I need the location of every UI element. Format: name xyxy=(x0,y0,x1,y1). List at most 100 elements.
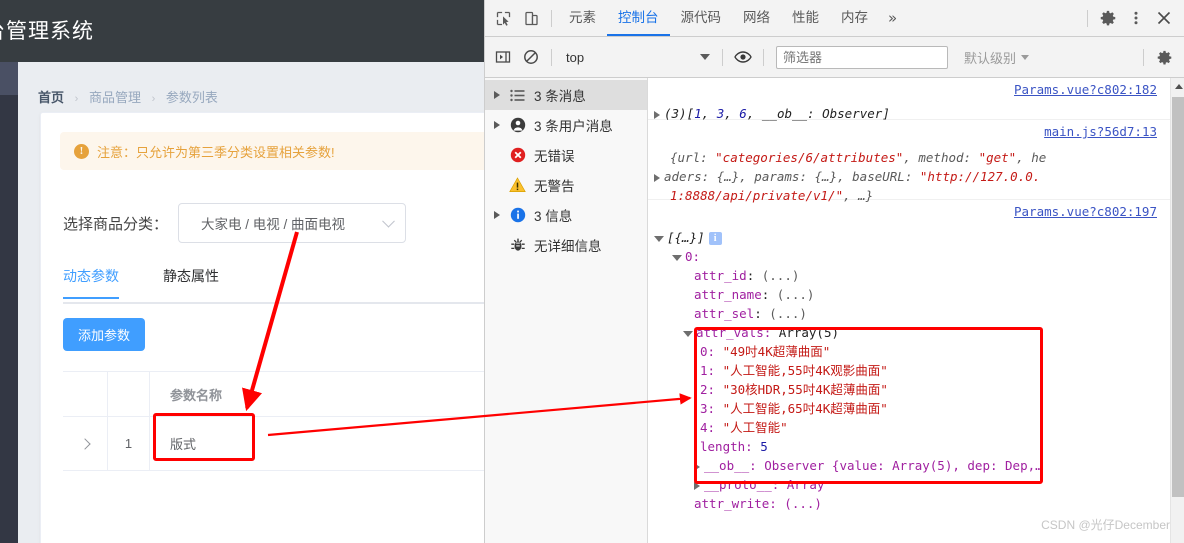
add-param-button[interactable]: 添加参数 xyxy=(63,318,146,351)
breadcrumb: 首页 › 商品管理 › 参数列表 xyxy=(38,87,218,106)
expand-triangle-icon[interactable] xyxy=(492,121,502,129)
prop-value[interactable]: (...) xyxy=(769,306,807,321)
item-index: 1: xyxy=(700,363,716,378)
tab-memory[interactable]: 内存 xyxy=(830,0,879,36)
info-badge-icon[interactable]: i xyxy=(708,232,722,245)
console-log-pane: Params.vue?c802:182 (3)[1, 3, 6, __ob__:… xyxy=(648,78,1184,543)
sidebar-item-warnings[interactable]: 无警告 xyxy=(485,170,647,200)
expand-triangle-icon[interactable] xyxy=(654,110,660,119)
collapse-triangle-icon[interactable] xyxy=(654,235,664,242)
sidebar-item-errors[interactable]: 无错误 xyxy=(485,140,647,170)
sidebar-item-label: 无错误 xyxy=(534,149,575,164)
attr-vals-item[interactable]: 3: "人工智能,65吋4K超薄曲面" xyxy=(654,399,1184,418)
source-link[interactable]: Params.vue?c802:197 xyxy=(1014,202,1157,221)
breadcrumb-item-goods[interactable]: 商品管理 xyxy=(89,90,141,105)
source-link[interactable]: Params.vue?c802:182 xyxy=(1014,80,1157,99)
console-scrollbar[interactable] xyxy=(1170,78,1184,543)
prop-value[interactable]: (...) xyxy=(762,268,800,283)
sidebar-item-verbose[interactable]: 无详细信息 xyxy=(485,230,647,260)
obj-prop-attr-vals[interactable]: attr_vals: Array(5) xyxy=(654,323,1184,342)
tab-static-attrs[interactable]: 静态属性 xyxy=(163,266,219,297)
console-entry-array[interactable]: Params.vue?c802:182 (3)[1, 3, 6, __ob__:… xyxy=(648,78,1184,121)
tab-network[interactable]: 网络 xyxy=(732,0,781,36)
live-expression-icon[interactable] xyxy=(729,43,757,71)
sidebar-item-info[interactable]: 3 信息 xyxy=(485,200,647,230)
category-label: 选择商品分类： xyxy=(63,215,169,233)
config-line1-post: , he xyxy=(1016,150,1047,165)
warning-icon xyxy=(508,177,527,193)
chevron-right-icon xyxy=(79,437,91,450)
config-line1-mid: , method: xyxy=(903,150,979,165)
filterbar-divider xyxy=(763,48,764,66)
console-filter-input[interactable] xyxy=(776,45,948,69)
attr-vals-item[interactable]: 2: "30核HDR,55吋4K超薄曲面" xyxy=(654,380,1184,399)
length-value: 5 xyxy=(760,439,768,454)
attr-vals-proto[interactable]: __proto__: Array xyxy=(654,475,1184,494)
expand-triangle-icon[interactable] xyxy=(492,91,502,99)
config-line2-pre: aders: {…}, params: {…}, baseURL: xyxy=(664,169,920,184)
inspect-element-icon[interactable] xyxy=(489,4,517,32)
console-sidebar-toggle-icon[interactable] xyxy=(489,43,517,71)
breadcrumb-item-params: 参数列表 xyxy=(165,90,218,105)
attr-vals-item[interactable]: 0: "49吋4K超薄曲面" xyxy=(654,342,1184,361)
obj-prop-attr-id[interactable]: attr_id: (...) xyxy=(654,266,1184,285)
attr-write-line: attr_write: (...) xyxy=(694,496,822,511)
tab-sources[interactable]: 源代码 xyxy=(670,0,733,36)
expand-triangle-icon[interactable] xyxy=(694,462,700,471)
sidebar-item-label: 3 信息 xyxy=(534,209,573,224)
scroll-up-arrow-icon[interactable] xyxy=(1171,78,1184,95)
tab-elements[interactable]: 元素 xyxy=(558,0,607,36)
collapse-triangle-icon[interactable] xyxy=(683,330,693,337)
item-value: "人工智能,65吋4K超薄曲面" xyxy=(722,401,888,416)
gear-icon[interactable] xyxy=(1150,43,1178,71)
row-expand-toggle[interactable] xyxy=(63,435,107,453)
breadcrumb-item-home[interactable]: 首页 xyxy=(38,90,64,105)
console-entry-request-config[interactable]: main.js?56d7:13 {url: "categories/6/attr… xyxy=(648,120,1184,203)
attr-vals-item[interactable]: 4: "人工智能" xyxy=(654,418,1184,437)
tab-dynamic-params[interactable]: 动态参数 xyxy=(63,266,119,299)
attr-vals-observer[interactable]: __ob__: Observer {value: Array(5), dep: … xyxy=(654,456,1184,475)
more-tabs-icon[interactable]: » xyxy=(879,9,906,27)
attr-vals-item[interactable]: 1: "人工智能,55吋4K观影曲面" xyxy=(654,361,1184,380)
expand-triangle-icon[interactable] xyxy=(492,211,502,219)
obj-prop-attr-sel[interactable]: attr_sel: (...) xyxy=(654,304,1184,323)
app-sidebar[interactable] xyxy=(0,62,18,543)
gear-icon[interactable] xyxy=(1094,4,1122,32)
item-value: "人工智能" xyxy=(722,420,788,435)
execution-context-dropdown[interactable]: top xyxy=(566,50,716,65)
console-message-sidebar: 3 条消息 3 条用户消息 无错误 无警告 3 信息 无详细信息 xyxy=(485,78,648,543)
prop-value[interactable]: (...) xyxy=(777,287,815,302)
item-value: "30核HDR,55吋4K超薄曲面" xyxy=(722,382,888,397)
expand-triangle-icon[interactable] xyxy=(654,173,660,182)
devtools-toolbar: 元素 控制台 源代码 网络 性能 内存 » xyxy=(485,0,1184,37)
tab-performance[interactable]: 性能 xyxy=(781,0,830,36)
obj-index-0-key: 0: xyxy=(685,249,701,264)
breadcrumb-separator: › xyxy=(151,93,156,105)
clear-console-icon[interactable] xyxy=(517,43,545,71)
collapse-triangle-icon[interactable] xyxy=(672,254,682,261)
info-icon xyxy=(508,207,527,223)
expand-triangle-icon[interactable] xyxy=(694,481,700,490)
console-entry-attrs-object[interactable]: Params.vue?c802:197 [{…}] i 0: attr_id: (… xyxy=(648,200,1184,517)
sidebar-active-item[interactable] xyxy=(0,62,18,95)
sidebar-item-user-messages[interactable]: 3 条用户消息 xyxy=(485,110,647,140)
item-index: 2: xyxy=(700,382,716,397)
log-level-dropdown[interactable]: 默认级别 xyxy=(964,48,1030,67)
device-toolbar-icon[interactable] xyxy=(517,4,545,32)
kebab-menu-icon[interactable] xyxy=(1122,4,1150,32)
prop-key: attr_name xyxy=(694,287,762,302)
source-link[interactable]: main.js?56d7:13 xyxy=(1044,122,1157,141)
close-icon[interactable] xyxy=(1150,4,1178,32)
item-index: 3: xyxy=(700,401,716,416)
obj-root-line[interactable]: [{…}] i xyxy=(654,228,1184,247)
tab-console[interactable]: 控制台 xyxy=(607,0,670,36)
table-row[interactable]: 1 版式 xyxy=(63,417,484,471)
item-index: 0: xyxy=(700,344,716,359)
obj-prop-attr-write[interactable]: attr_write: (...) xyxy=(654,494,1184,513)
alert-text: 注意：只允许为第三季分类设置相关参数! xyxy=(97,144,335,160)
obj-index-0-line[interactable]: 0: xyxy=(654,247,1184,266)
scrollbar-thumb[interactable] xyxy=(1172,97,1184,497)
obj-prop-attr-name[interactable]: attr_name: (...) xyxy=(654,285,1184,304)
category-cascader[interactable]: 大家电 / 电视 / 曲面电视 xyxy=(178,203,407,243)
sidebar-item-messages[interactable]: 3 条消息 xyxy=(485,80,647,110)
